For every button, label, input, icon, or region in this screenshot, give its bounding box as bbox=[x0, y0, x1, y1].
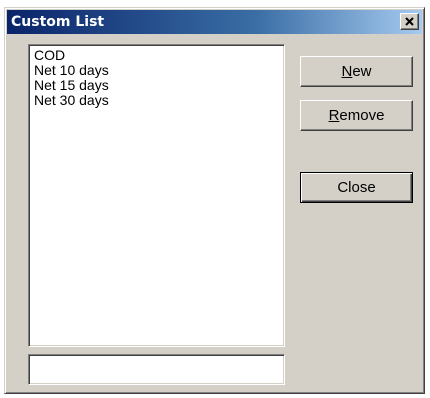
list-item[interactable]: Net 15 days bbox=[34, 78, 284, 93]
list-item[interactable]: Net 10 days bbox=[34, 63, 284, 78]
list-item[interactable]: Net 30 days bbox=[34, 93, 284, 108]
title-bar[interactable]: Custom List bbox=[7, 10, 422, 34]
remove-button-label: emove bbox=[339, 107, 385, 124]
new-button[interactable]: New bbox=[300, 56, 413, 87]
item-text-input[interactable] bbox=[28, 354, 285, 385]
remove-button[interactable]: Remove bbox=[300, 100, 413, 131]
new-button-mnemonic: N bbox=[341, 63, 353, 80]
list-item[interactable]: COD bbox=[34, 48, 284, 63]
close-icon bbox=[405, 17, 414, 26]
remove-button-mnemonic: R bbox=[328, 107, 340, 124]
custom-list-box[interactable]: COD Net 10 days Net 15 days Net 30 days bbox=[28, 44, 285, 347]
window-title: Custom List bbox=[11, 14, 105, 30]
new-button-label: ew bbox=[352, 63, 372, 80]
close-button[interactable]: Close bbox=[300, 172, 413, 203]
window-close-button[interactable] bbox=[400, 13, 419, 30]
